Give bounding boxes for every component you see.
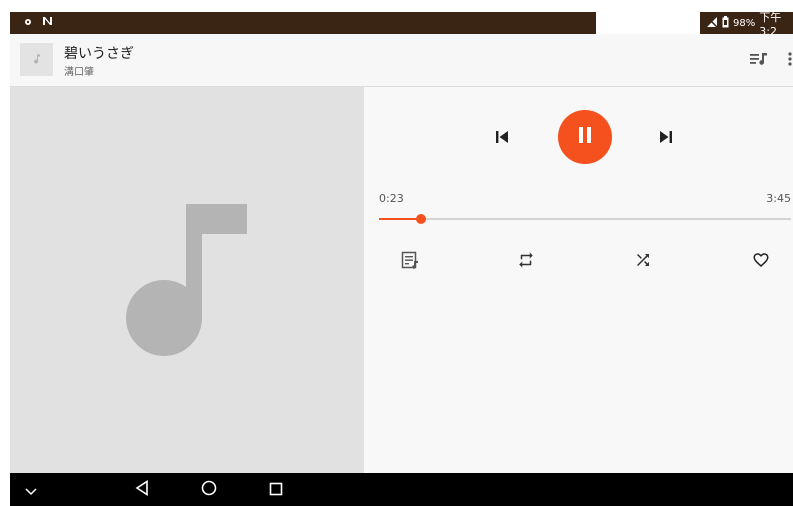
song-artist: 溝口肇 (64, 67, 94, 78)
skip-next-icon (659, 129, 673, 148)
recents-icon (269, 481, 283, 500)
hide-nav-button[interactable] (20, 479, 42, 501)
music-note-icon (31, 50, 43, 69)
current-time: 0:23 (379, 192, 404, 205)
n-icon (42, 16, 53, 29)
total-time: 3:45 (766, 192, 791, 205)
player-controls: 0:23 3:45 (364, 87, 793, 473)
recents-button[interactable] (265, 479, 287, 501)
back-icon (135, 480, 149, 500)
seek-progress (379, 218, 422, 220)
repeat-button[interactable] (514, 250, 538, 274)
pause-icon (577, 126, 593, 148)
favorite-icon (752, 251, 770, 273)
now-playing-header: 碧いうさぎ 溝口肇 (10, 34, 793, 87)
music-note-icon (126, 204, 248, 361)
queue-button[interactable] (747, 49, 771, 71)
chevron-down-icon (25, 481, 37, 500)
song-title: 碧いうさぎ (64, 46, 134, 62)
skip-previous-icon (495, 129, 509, 148)
seek-bar[interactable] (379, 214, 791, 224)
next-button[interactable] (654, 126, 678, 150)
home-icon (201, 480, 217, 500)
no-signal-icon (706, 16, 718, 31)
favorite-button[interactable] (749, 250, 773, 274)
shuffle-button[interactable] (631, 250, 655, 274)
battery-icon (722, 15, 729, 31)
shuffle-icon (634, 251, 652, 273)
previous-button[interactable] (490, 126, 514, 150)
lyrics-icon (401, 251, 419, 273)
repeat-icon (517, 251, 535, 273)
settings-dot-icon (24, 16, 32, 29)
back-button[interactable] (131, 479, 153, 501)
seek-thumb[interactable] (416, 214, 427, 224)
album-thumbnail[interactable] (20, 43, 53, 76)
battery-level: 98% (733, 17, 756, 29)
lyrics-button[interactable] (398, 250, 422, 274)
more-options-button[interactable] (778, 49, 793, 71)
queue-music-icon (750, 51, 768, 70)
status-bar: 98% 下午3:2 (10, 11, 793, 38)
album-art (10, 87, 364, 473)
pause-button[interactable] (558, 110, 612, 164)
navigation-bar (10, 473, 793, 506)
more-vert-icon (788, 51, 792, 70)
home-button[interactable] (198, 479, 220, 501)
